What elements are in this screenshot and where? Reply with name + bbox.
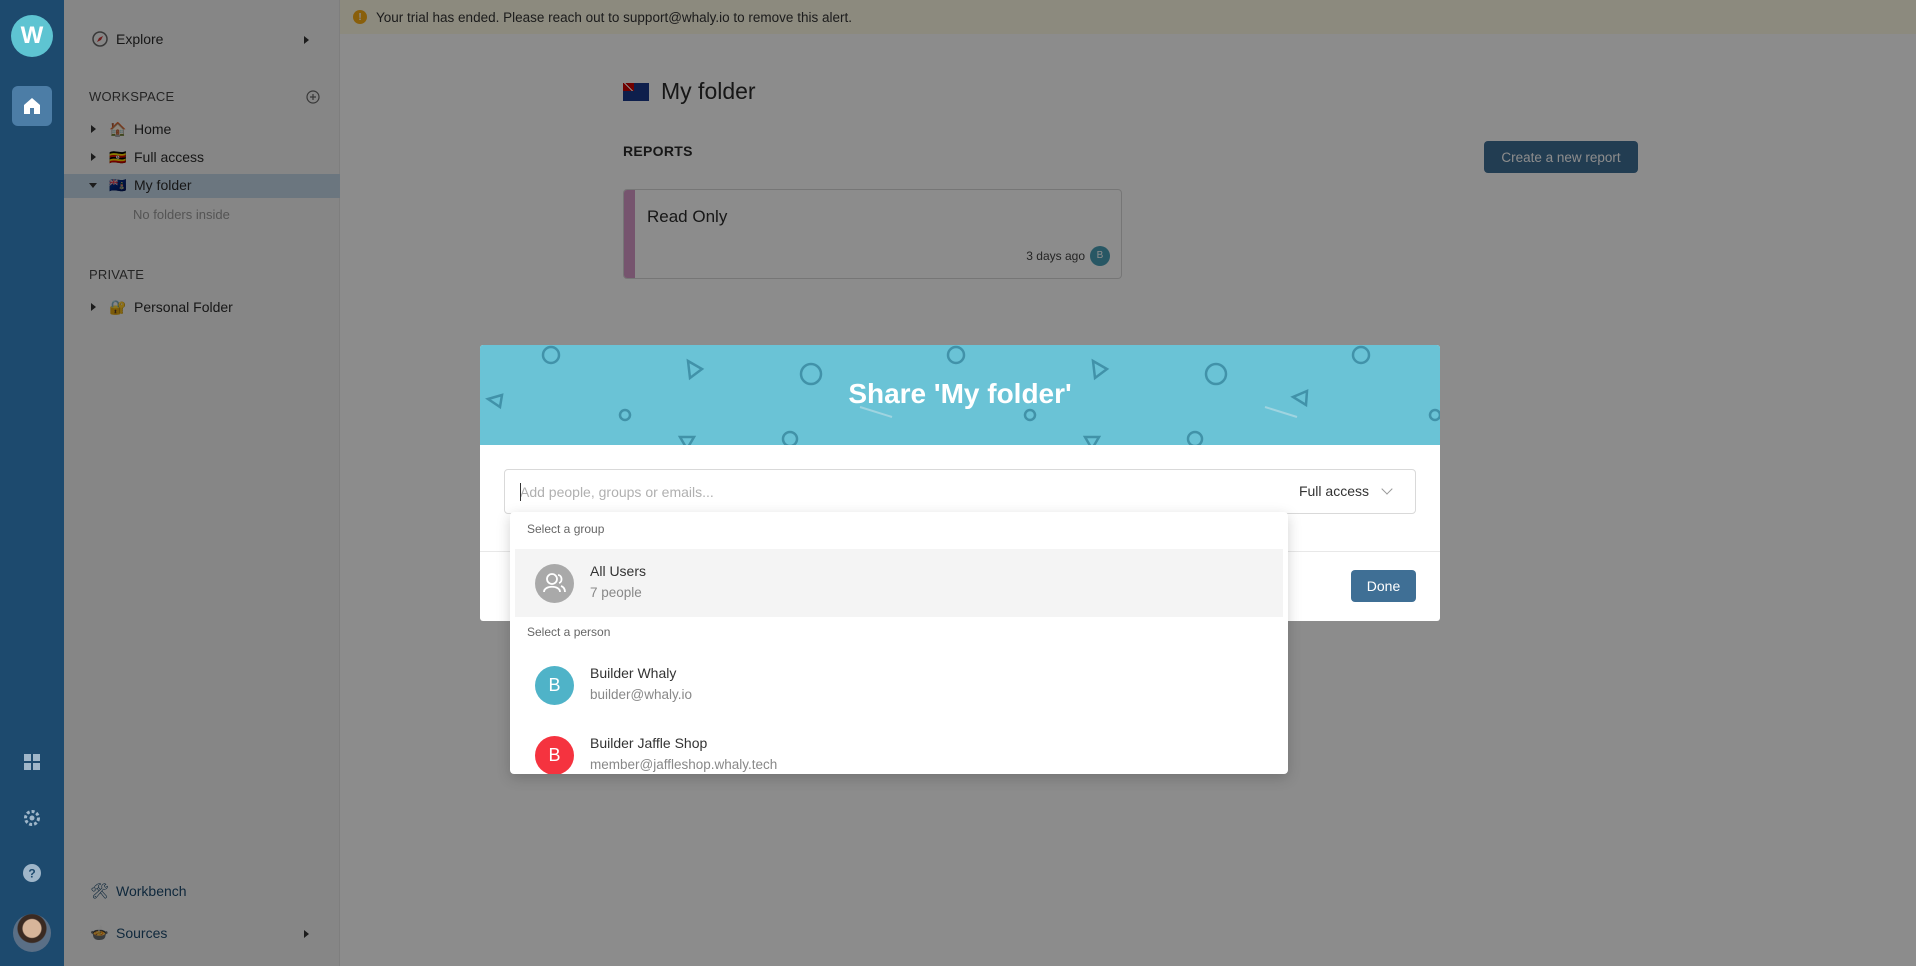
help-nav-button[interactable]: ? (20, 861, 44, 885)
home-icon (24, 98, 40, 114)
users-icon (535, 564, 574, 603)
dropdown-option-group[interactable]: All Users 7 people (515, 549, 1283, 617)
help-icon: ? (23, 864, 41, 882)
share-input-container[interactable]: Full access (504, 469, 1416, 514)
user-avatar[interactable] (13, 914, 51, 952)
settings-nav-button[interactable] (20, 806, 44, 830)
dropdown-option-person[interactable]: B Builder Jaffle Shop member@jaffleshop.… (515, 721, 1283, 774)
person-avatar: B (535, 666, 574, 705)
modal-header: Share 'My folder' (480, 345, 1440, 445)
option-subtitle: 7 people (590, 585, 642, 600)
gear-icon (24, 810, 40, 826)
svg-text:?: ? (28, 867, 35, 881)
group-section-label: Select a group (527, 522, 605, 536)
whaly-logo[interactable]: W (11, 15, 53, 57)
dropdown-option-person[interactable]: B Builder Whaly builder@whaly.io (515, 651, 1283, 719)
done-button[interactable]: Done (1351, 570, 1416, 602)
person-avatar: B (535, 736, 574, 774)
option-subtitle: member@jaffleshop.whaly.tech (590, 757, 778, 772)
dashboard-icon (24, 754, 40, 770)
share-suggestions-dropdown: Select a group All Users 7 people Select… (510, 512, 1288, 774)
person-section-label: Select a person (527, 625, 611, 639)
option-name: All Users (590, 563, 647, 579)
dashboard-nav-button[interactable] (20, 750, 44, 774)
share-search-input[interactable] (520, 481, 1260, 503)
option-name: Builder Jaffle Shop (590, 735, 708, 751)
chevron-down-icon (1381, 483, 1393, 495)
option-name: Builder Whaly (590, 665, 677, 681)
access-level-select[interactable]: Full access (1298, 483, 1393, 499)
option-subtitle: builder@whaly.io (590, 687, 693, 702)
modal-title: Share 'My folder' (848, 378, 1072, 409)
home-nav-button[interactable] (12, 86, 52, 126)
access-level-value: Full access (1298, 483, 1369, 499)
app-rail: W ? (0, 0, 64, 966)
text-cursor (520, 483, 521, 501)
